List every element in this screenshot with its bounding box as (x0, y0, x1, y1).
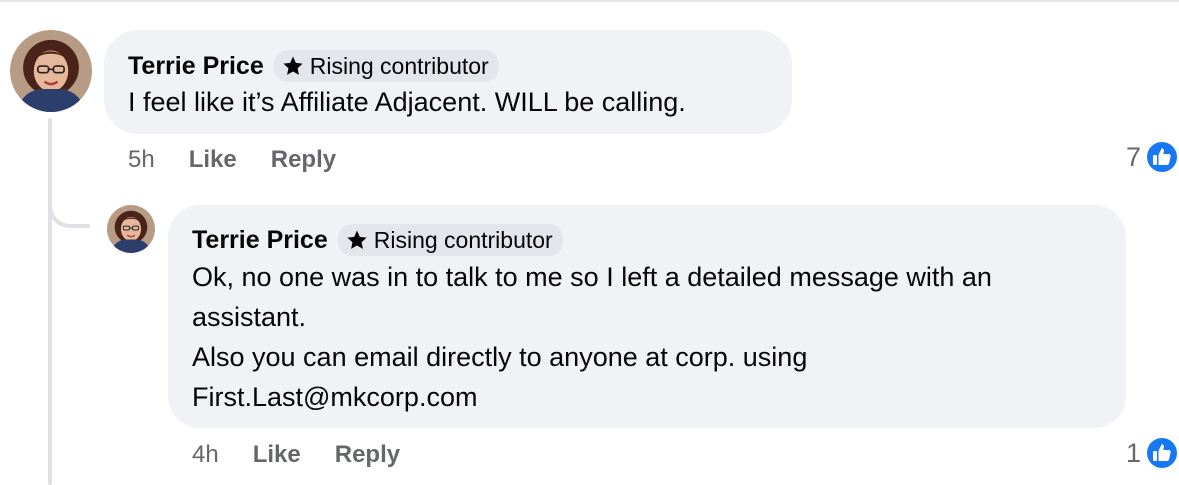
comment-text: Ok, no one was in to talk to me so I lef… (192, 257, 992, 417)
reply-button[interactable]: Reply (335, 441, 400, 469)
contributor-badge[interactable]: Rising contributor (273, 50, 499, 82)
top-divider (0, 0, 1179, 2)
like-button[interactable]: Like (189, 146, 237, 174)
star-icon (347, 230, 367, 249)
comment-line: First.Last@mkcorp.com (192, 382, 478, 412)
comment-text: I feel like it’s Affiliate Adjacent. WIL… (128, 82, 686, 122)
avatar-photo (107, 205, 155, 253)
reaction-count: 7 (1125, 141, 1141, 172)
comment-line: assistant. (192, 302, 307, 332)
comment-line: I feel like it’s Affiliate Adjacent. WIL… (128, 87, 686, 117)
like-thumb-icon (1145, 140, 1179, 174)
comment-actions: 5h Like Reply (128, 146, 336, 174)
avatar-photo (10, 30, 92, 112)
timestamp[interactable]: 5h (128, 146, 155, 174)
reaction-summary[interactable]: 1 (1126, 436, 1179, 470)
comment-header: Terrie Price Rising contributor (128, 50, 499, 82)
like-thumb-icon (1145, 436, 1179, 470)
timestamp[interactable]: 4h (192, 441, 219, 469)
reaction-summary[interactable]: 7 (1126, 140, 1179, 174)
badge-label: Rising contributor (373, 226, 553, 253)
contributor-badge[interactable]: Rising contributor (337, 224, 563, 256)
like-button[interactable]: Like (253, 441, 301, 469)
comment-line: Ok, no one was in to talk to me so I lef… (192, 262, 992, 292)
author-name[interactable]: Terrie Price (192, 226, 328, 255)
author-name[interactable]: Terrie Price (128, 52, 264, 81)
thread-connector (48, 170, 90, 228)
reply-button[interactable]: Reply (271, 146, 336, 174)
comment-actions: 4h Like Reply (192, 441, 400, 469)
reaction-count: 1 (1125, 437, 1141, 468)
badge-label: Rising contributor (309, 52, 489, 79)
star-icon (283, 56, 303, 75)
avatar[interactable] (107, 205, 155, 253)
comment-header: Terrie Price Rising contributor (192, 224, 563, 256)
avatar[interactable] (10, 30, 92, 112)
comment-line: Also you can email directly to anyone at… (192, 342, 808, 372)
